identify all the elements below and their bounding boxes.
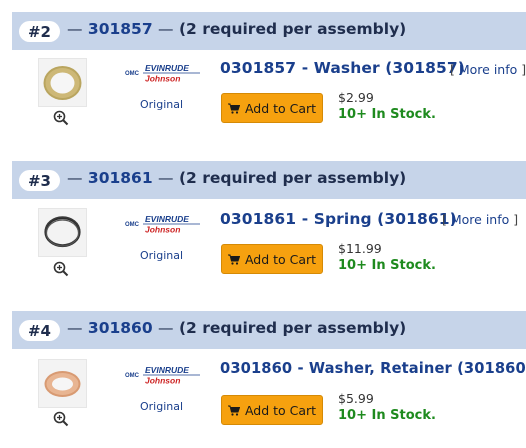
- item-number-badge: #4: [19, 320, 60, 341]
- magnifier-plus-icon[interactable]: [53, 411, 69, 431]
- part-number-link[interactable]: 301861: [88, 169, 153, 187]
- add-to-cart-button[interactable]: Add to Cart: [221, 93, 323, 123]
- part-header: #3 — 301861 — (2 required per assembly): [12, 161, 526, 199]
- stock-status: 10+ In Stock.: [338, 408, 436, 423]
- part-number-link[interactable]: 301857: [88, 20, 153, 38]
- product-title-link[interactable]: 0301861 - Spring (301861): [220, 210, 457, 228]
- svg-text:EVINRUDE: EVINRUDE: [145, 365, 189, 375]
- stock-status: 10+ In Stock.: [338, 258, 436, 273]
- brand-prefix: OMC: [125, 222, 140, 228]
- svg-text:Johnson: Johnson: [145, 225, 180, 235]
- svg-text:EVINRUDE: EVINRUDE: [145, 63, 189, 73]
- svg-text:Johnson: Johnson: [145, 376, 180, 386]
- condition-label: Original: [140, 249, 184, 262]
- condition-label: Original: [140, 98, 184, 111]
- omc-evinrude-johnson-logo: OMC EVINRUDE Johnson: [125, 62, 201, 84]
- stock-status: 10+ In Stock.: [338, 107, 436, 122]
- omc-evinrude-johnson-logo: OMC EVINRUDE Johnson: [125, 364, 201, 386]
- copper-washer-image[interactable]: [38, 359, 87, 408]
- price: $5.99: [338, 391, 374, 406]
- brass-washer-image[interactable]: [38, 58, 87, 107]
- part-header-text: — 301860 — (2 required per assembly): [67, 319, 407, 337]
- condition-label: Original: [140, 400, 184, 413]
- shopping-cart-icon: [227, 405, 240, 416]
- price: $2.99: [338, 90, 374, 105]
- add-to-cart-button[interactable]: Add to Cart: [221, 244, 323, 274]
- part-header: #4 — 301860 — (2 required per assembly): [12, 311, 526, 349]
- add-to-cart-button[interactable]: Add to Cart: [221, 395, 323, 425]
- part-number-link[interactable]: 301860: [88, 319, 153, 337]
- item-number-badge: #2: [19, 21, 60, 42]
- product-title-link[interactable]: 0301860 - Washer, Retainer (301860): [220, 360, 526, 377]
- svg-text:Johnson: Johnson: [145, 74, 180, 84]
- price: $11.99: [338, 241, 382, 256]
- more-info-link[interactable]: [ More info ]: [450, 62, 526, 77]
- required-quantity: (2 required per assembly): [178, 20, 407, 38]
- magnifier-plus-icon[interactable]: [53, 110, 69, 130]
- shopping-cart-icon: [227, 103, 240, 114]
- coil-spring-image[interactable]: [38, 208, 87, 257]
- part-header-text: — 301861 — (2 required per assembly): [67, 169, 407, 187]
- required-quantity: (2 required per assembly): [178, 169, 407, 187]
- part-header: #2 — 301857 — (2 required per assembly): [12, 12, 526, 50]
- svg-text:EVINRUDE: EVINRUDE: [145, 214, 189, 224]
- product-title-link[interactable]: 0301857 - Washer (301857): [220, 59, 465, 77]
- magnifier-plus-icon[interactable]: [53, 261, 69, 281]
- part-header-text: — 301857 — (2 required per assembly): [67, 20, 407, 38]
- omc-evinrude-johnson-logo: OMC EVINRUDE Johnson: [125, 213, 201, 235]
- item-number-badge: #3: [19, 170, 60, 191]
- brand-prefix: OMC: [125, 373, 140, 379]
- brand-prefix: OMC: [125, 71, 140, 77]
- more-info-link[interactable]: [ More info ]: [442, 212, 518, 227]
- shopping-cart-icon: [227, 254, 240, 265]
- required-quantity: (2 required per assembly): [178, 319, 407, 337]
